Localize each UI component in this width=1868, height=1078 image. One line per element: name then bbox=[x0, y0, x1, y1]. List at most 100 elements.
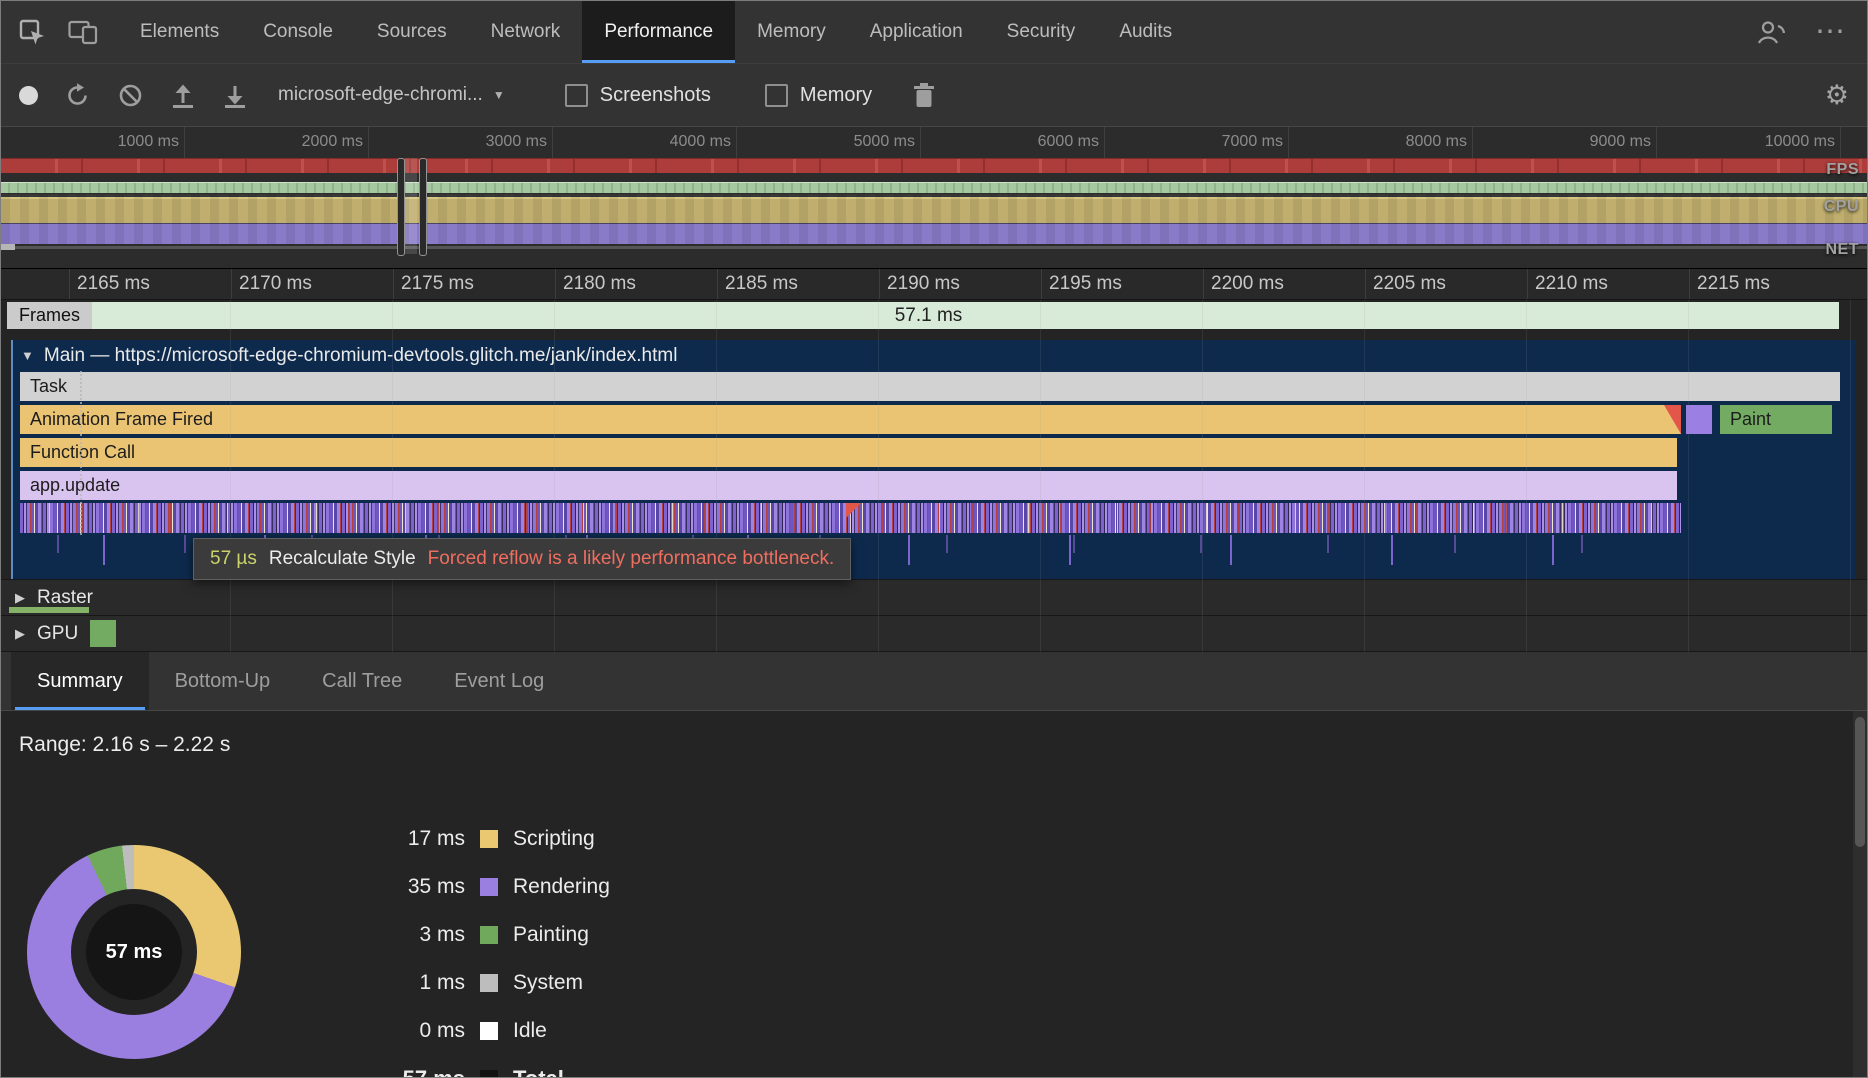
tab-application[interactable]: Application bbox=[848, 1, 985, 63]
overview-tick: 5000 ms bbox=[737, 127, 921, 158]
frames-track-label[interactable]: Frames bbox=[7, 302, 92, 329]
legend-swatch-scripting bbox=[480, 830, 498, 848]
settings-gear-icon[interactable]: ⚙ bbox=[1825, 80, 1849, 111]
tab-console[interactable]: Console bbox=[241, 1, 355, 63]
function-call-bar[interactable]: Function Call bbox=[20, 438, 1677, 467]
ruler-tick: 2185 ms bbox=[717, 269, 879, 299]
task-bar[interactable]: Task bbox=[20, 372, 1840, 401]
load-profile-icon[interactable] bbox=[170, 82, 196, 109]
frame-bar[interactable]: 57.1 ms bbox=[18, 302, 1839, 329]
frames-track[interactable]: 57.1 ms Frames bbox=[1, 300, 1867, 332]
legend-swatch-painting bbox=[480, 926, 498, 944]
main-track-title: Main — https://microsoft-edge-chromium-d… bbox=[44, 345, 678, 367]
tab-call-tree[interactable]: Call Tree bbox=[296, 652, 428, 710]
ruler-tick: 2210 ms bbox=[1527, 269, 1689, 299]
more-options-icon[interactable]: ⋯ bbox=[1815, 17, 1845, 47]
paint-bar[interactable]: Paint bbox=[1720, 405, 1832, 434]
tab-network[interactable]: Network bbox=[469, 1, 583, 63]
fps-label: FPS bbox=[1826, 161, 1859, 179]
legend-label: Scripting bbox=[513, 827, 595, 851]
legend-label: System bbox=[513, 971, 583, 995]
ruler-tick: 2165 ms bbox=[69, 269, 231, 299]
profile-dropdown[interactable]: microsoft-edge-chromi... ▼ bbox=[278, 84, 505, 106]
selection-window[interactable] bbox=[405, 158, 417, 254]
memory-toggle[interactable]: Memory bbox=[765, 84, 872, 107]
tab-sources[interactable]: Sources bbox=[355, 1, 469, 63]
performance-tooltip: 57 µs Recalculate Style Forced reflow is… bbox=[193, 538, 851, 580]
clear-recordings-icon[interactable] bbox=[117, 82, 144, 109]
frame-duration: 57.1 ms bbox=[895, 305, 963, 327]
raster-track-header[interactable]: ▶ Raster bbox=[1, 579, 1867, 615]
summary-panel: Range: 2.16 s – 2.22 s 57 ms 17 ms Scrip… bbox=[1, 711, 1867, 1077]
summary-donut: 57 ms bbox=[27, 845, 241, 1059]
ruler-tick: 2200 ms bbox=[1203, 269, 1365, 299]
overview-ruler: 1000 ms 2000 ms 3000 ms 4000 ms 5000 ms … bbox=[1, 127, 1867, 158]
save-profile-icon[interactable] bbox=[222, 82, 248, 109]
gpu-activity-bar bbox=[90, 620, 116, 647]
record-button[interactable] bbox=[19, 86, 38, 105]
gpu-track-header[interactable]: ▶ GPU bbox=[1, 615, 1867, 652]
overview-tick: 10000 ms bbox=[1657, 127, 1841, 158]
devtools-tab-bar: Elements Console Sources Network Perform… bbox=[1, 1, 1867, 64]
legend-row-painting: 3 ms Painting bbox=[373, 911, 610, 959]
timeline-overview[interactable]: 1000 ms 2000 ms 3000 ms 4000 ms 5000 ms … bbox=[1, 127, 1867, 269]
overview-tick: 1000 ms bbox=[1, 127, 185, 158]
app-update-bar[interactable]: app.update bbox=[20, 471, 1677, 500]
style-layout-activity[interactable] bbox=[13, 503, 1855, 535]
device-toolbar-icon[interactable] bbox=[68, 19, 98, 45]
tab-security[interactable]: Security bbox=[985, 1, 1098, 63]
tab-summary[interactable]: Summary bbox=[11, 652, 149, 710]
legend-row-rendering: 35 ms Rendering bbox=[373, 863, 610, 911]
legend-label: Painting bbox=[513, 923, 589, 947]
details-tab-bar: Summary Bottom-Up Call Tree Event Log bbox=[1, 652, 1867, 711]
main-track-header[interactable]: ▼ Main — https://microsoft-edge-chromium… bbox=[13, 340, 1855, 371]
overview-tick: 7000 ms bbox=[1105, 127, 1289, 158]
overview-tick: 4000 ms bbox=[553, 127, 737, 158]
ruler-tick: 2215 ms bbox=[1689, 269, 1851, 299]
ruler-tick: 2195 ms bbox=[1041, 269, 1203, 299]
tab-performance[interactable]: Performance bbox=[582, 1, 735, 63]
overview-tick: 9000 ms bbox=[1473, 127, 1657, 158]
tab-event-log[interactable]: Event Log bbox=[428, 652, 570, 710]
legend-total-spacer bbox=[480, 1070, 498, 1077]
scrollbar-track[interactable] bbox=[1853, 711, 1867, 1077]
frame-boundary-marker bbox=[80, 371, 82, 535]
inspect-element-icon[interactable] bbox=[19, 19, 46, 46]
tab-memory[interactable]: Memory bbox=[735, 1, 848, 63]
selection-handle-left[interactable] bbox=[397, 158, 405, 256]
performance-toolbar: microsoft-edge-chromi... ▼ Screenshots M… bbox=[1, 64, 1867, 127]
selection-handle-right[interactable] bbox=[419, 158, 427, 256]
scrollbar-thumb[interactable] bbox=[1855, 717, 1865, 847]
tooltip-title: Recalculate Style bbox=[269, 548, 416, 570]
reload-and-record-icon[interactable] bbox=[64, 82, 91, 109]
legend-total-value: 57 ms bbox=[373, 1066, 465, 1077]
overview-tick: 6000 ms bbox=[921, 127, 1105, 158]
legend-swatch-idle bbox=[480, 1022, 498, 1040]
donut-hole: 57 ms bbox=[71, 889, 197, 1015]
tab-elements[interactable]: Elements bbox=[118, 1, 241, 63]
net-label: NET bbox=[1826, 241, 1860, 259]
legend-value: 35 ms bbox=[373, 875, 465, 899]
overview-strips[interactable]: FPS CPU NET bbox=[1, 158, 1867, 267]
tab-audits[interactable]: Audits bbox=[1097, 1, 1194, 63]
screenshots-toggle[interactable]: Screenshots bbox=[565, 84, 711, 107]
expand-triangle-icon: ▶ bbox=[15, 626, 25, 642]
cpu-label: CPU bbox=[1824, 198, 1859, 216]
legend-label: Rendering bbox=[513, 875, 610, 899]
rendering-bar[interactable] bbox=[1686, 405, 1712, 434]
animation-frame-fired-label: Animation Frame Fired bbox=[30, 409, 213, 430]
tab-bottom-up[interactable]: Bottom-Up bbox=[149, 652, 297, 710]
flamechart-ruler[interactable]: 2165 ms 2170 ms 2175 ms 2180 ms 2185 ms … bbox=[1, 269, 1867, 300]
screenshots-label: Screenshots bbox=[600, 84, 711, 107]
collect-garbage-icon[interactable] bbox=[912, 82, 936, 109]
remote-devices-icon[interactable] bbox=[1755, 18, 1787, 46]
flamechart-tracks: 57.1 ms Frames ▼ Main — https://microsof… bbox=[1, 300, 1867, 652]
fps-chart bbox=[1, 158, 1867, 173]
animation-frame-fired-bar[interactable]: Animation Frame Fired bbox=[20, 405, 1681, 434]
legend-row-system: 1 ms System bbox=[373, 959, 610, 1007]
chevron-down-icon: ▼ bbox=[493, 88, 505, 102]
expand-triangle-icon: ▶ bbox=[15, 590, 25, 606]
screenshots-checkbox[interactable] bbox=[565, 84, 588, 107]
raster-activity-bar bbox=[9, 607, 89, 613]
memory-checkbox[interactable] bbox=[765, 84, 788, 107]
